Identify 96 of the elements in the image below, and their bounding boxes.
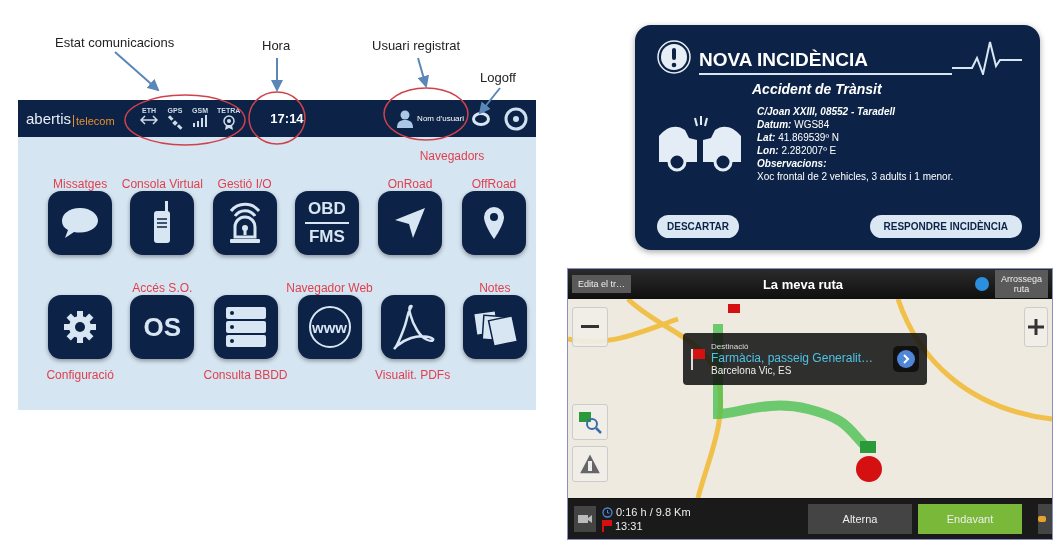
app-label: Configuració [46,368,114,382]
route-option-button[interactable]: Alterna [808,504,912,534]
highlight-ellipse [248,91,306,145]
trip-summary: 0:16 h / 9.8 Km [616,506,691,518]
icon-text: FMS [308,227,345,247]
go-button[interactable] [893,346,919,372]
app-tile[interactable]: OBD FMS [294,191,359,255]
incident-subtitle: Accident de Trànsit [752,81,883,97]
detail-line: Lat: 41.869539º N [757,131,841,144]
speech-bubble-icon [60,206,101,240]
info-icon[interactable] [974,277,989,291]
app-label: OffRoad [471,177,517,191]
app-label: Accés S.O. [132,281,193,295]
arrival-time: 13:31 [615,520,643,532]
callout-arrow [478,87,501,115]
icon-text: OBD [308,199,346,219]
settings-icon [63,310,98,344]
detail-line: C/Joan XXIII, 08552 - Taradell [757,105,897,118]
map-pin-icon [483,206,505,240]
app-tile[interactable]: OS [130,295,195,359]
callout-label: Hora [262,38,291,53]
detail-line: Datum: WGS84 [757,118,831,131]
app-tile[interactable] [462,191,526,255]
icon-text: www [312,318,347,336]
logoff-button[interactable] [472,111,490,126]
map-search-icon [578,410,602,434]
app-tile[interactable] [48,191,113,255]
edit-button[interactable]: Edita el tr… [572,275,632,293]
app-label: Consulta BBDD [203,368,288,382]
minus-icon [581,325,599,329]
app-label: Consola Virtual [121,177,203,191]
app-label: Visualit. PDFs [375,368,451,382]
app-tile[interactable] [380,295,445,359]
drag-route-button[interactable]: Arrossega ruta [994,270,1048,298]
detail-line: Observacions: [757,157,828,170]
signal-bars-icon [192,114,208,127]
icon-text: OS [143,311,182,343]
callout-label: Logoff [480,70,516,85]
video-camera-icon [578,514,592,524]
user-icon [397,109,414,128]
plus-icon [1028,319,1044,335]
callout-label: Estat comunicacions [55,35,175,50]
zoom-in-button[interactable] [1024,307,1048,347]
user-name: Nom d'usuari [417,114,464,123]
logo-text: abertis [26,110,72,127]
detail-line: Lon: 2.282007º E [757,144,838,157]
app-tile[interactable] [213,295,278,359]
callout-arrow [114,51,160,92]
navigation-arrow-icon [393,206,427,240]
vehicle-icon [1038,515,1046,523]
app-tile[interactable] [212,191,277,255]
satellite-icon [167,114,183,131]
warning-triangle-icon [578,452,602,476]
zoom-out-button[interactable] [572,307,608,347]
app-tile[interactable] [48,295,113,359]
popup-caption: Destinació [711,342,750,351]
app-label: Gestió I/O [217,177,272,191]
heartbeat-icon [952,39,1022,75]
callout-arrow [271,57,283,92]
flag-icon [602,520,612,532]
award-badge-icon [222,114,235,131]
app-tile[interactable] [130,191,195,255]
callout-arrow [417,57,429,88]
app-label: Missatges [53,177,108,191]
start-marker [860,441,876,453]
camera-button[interactable] [574,506,596,532]
destination-popup[interactable]: Destinació Farmàcia, passeig Generalit… Barcelona Vic, ES [683,333,927,385]
app-tile[interactable] [462,295,527,359]
incident-title: NOVA INCIDÈNCIA [699,49,952,75]
alert-icon [657,40,691,74]
double-arrow-icon [140,114,158,125]
pdf-icon [390,304,435,350]
position-marker[interactable] [856,456,882,482]
app-label: Navegador Web [286,281,373,295]
clock-time: 17:14 [270,111,304,126]
app-label: OnRoad [387,177,433,191]
server-stack-icon [224,306,267,348]
destination-place: Barcelona Vic, ES [711,365,793,376]
destination-name: Farmàcia, passeig Generalit… [711,351,875,365]
group-label: Navegadors [419,149,485,165]
chevron-circle-icon [897,350,915,368]
vehicle-button[interactable] [1038,504,1052,534]
callout-label: Usuari registrat [372,38,461,53]
traffic-button[interactable] [572,446,608,482]
detail-line: Xoc frontal de 2 vehicles, 3 adults i 1 menor. [757,170,954,183]
clock-icon [602,506,613,518]
flag-icon [691,348,705,370]
destination-marker [728,304,740,313]
app-label: Notes [479,281,511,295]
route-title: La meva ruta [761,276,845,292]
map-search-button[interactable] [572,404,608,440]
app-tile[interactable] [378,191,442,255]
action-button[interactable]: RESPONDRE INCIDÈNCIA [869,215,1022,238]
app-tile[interactable]: www [297,295,362,359]
action-button[interactable]: DESCARTAR [657,215,740,238]
logo-subtext: telecom [73,115,115,127]
